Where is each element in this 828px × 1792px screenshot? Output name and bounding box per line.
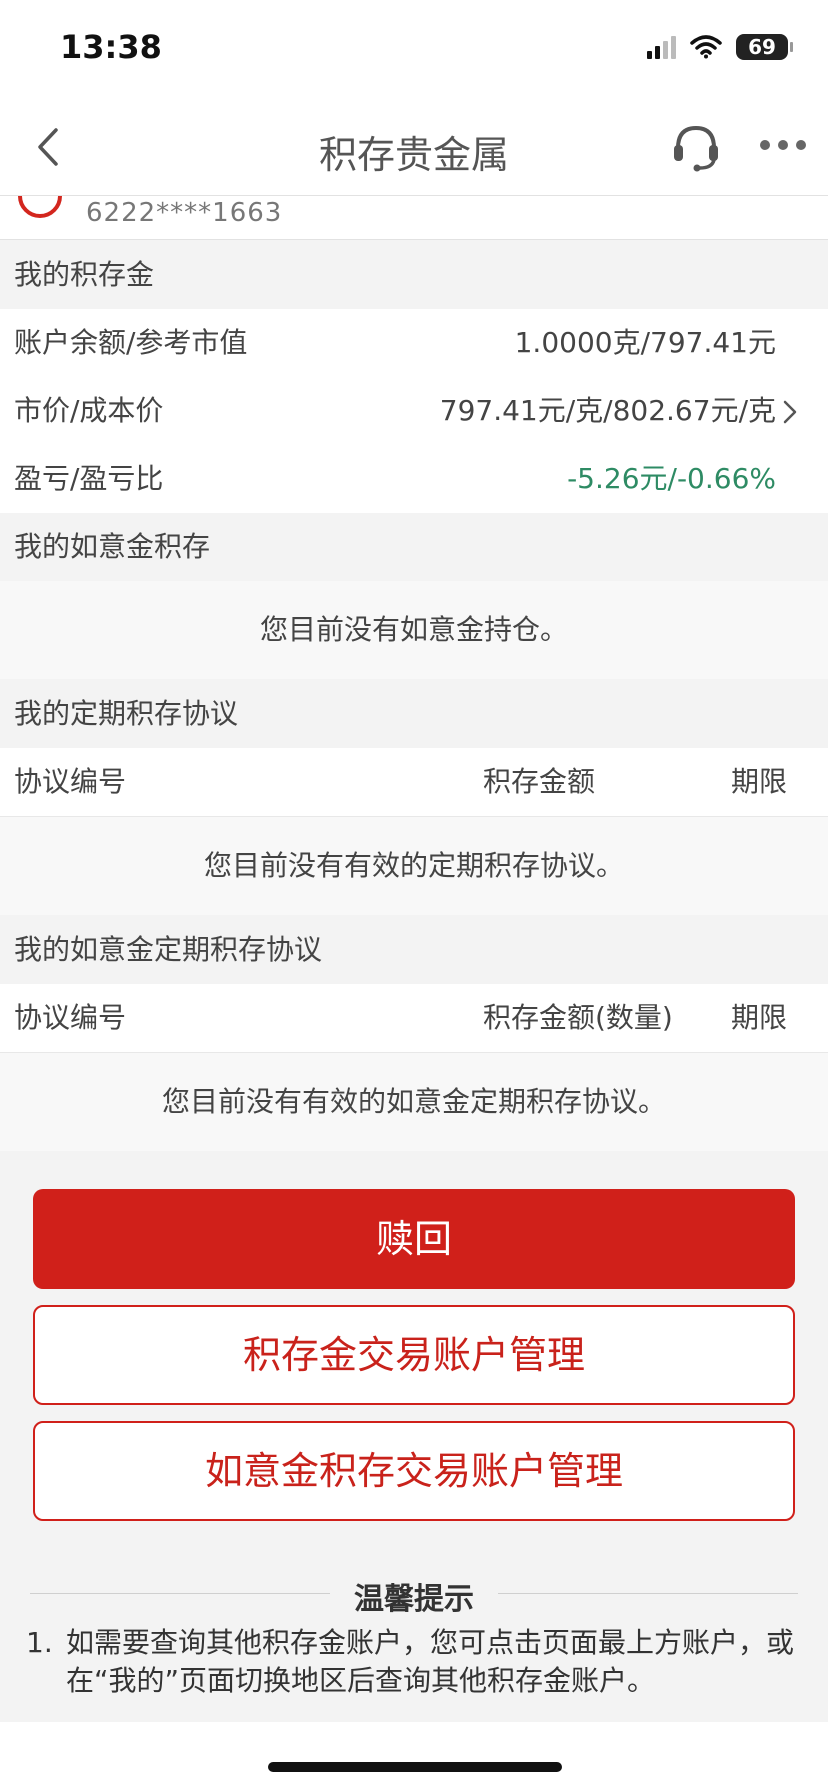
battery-level: 69: [748, 35, 776, 59]
more-options-icon[interactable]: [760, 140, 806, 154]
chevron-right-icon[interactable]: [782, 400, 798, 424]
redeem-button[interactable]: 赎回: [33, 1189, 795, 1289]
home-indicator[interactable]: [268, 1762, 562, 1772]
section-header-ruyi: 我的如意金积存: [0, 513, 828, 581]
status-icons: 69: [647, 34, 793, 60]
cellular-signal-icon: [647, 35, 676, 59]
tips-title-block: 温馨提示: [30, 1570, 798, 1617]
balance-label: 账户余额/参考市值: [14, 326, 248, 359]
account-selector[interactable]: 6222****1663: [0, 196, 828, 240]
ruyi-empty-message: 您目前没有如意金持仓。: [0, 581, 828, 679]
tips-title: 温馨提示: [354, 1582, 474, 1617]
customer-service-headset-icon[interactable]: [668, 118, 724, 174]
section-header-ruyi-regular: 我的如意金定期积存协议: [0, 916, 828, 984]
section-header-my-gold: 我的积存金: [0, 241, 828, 309]
tip-number: 1.: [26, 1626, 53, 1659]
balance-value: 1.0000克/797.41元: [514, 326, 776, 359]
tip-item: 1. 如需要查询其他积存金账户，您可点击页面最上方账户，或在“我的”页面切换地区…: [26, 1624, 806, 1700]
nav-bar: 积存贵金属: [0, 100, 828, 196]
column-agreement-no: 协议编号: [14, 765, 127, 798]
ruyi-regular-empty-message: 您目前没有有效的如意金定期积存协议。: [0, 1053, 828, 1151]
status-time: 13:38: [60, 28, 162, 66]
column-amount-quantity: 积存金额(数量): [483, 1001, 673, 1034]
gold-account-management-button[interactable]: 积存金交易账户管理: [33, 1305, 795, 1405]
wifi-icon: [690, 35, 722, 59]
price-cost-label: 市价/成本价: [14, 394, 164, 427]
bottom-safe-area: [0, 1722, 828, 1792]
profit-loss-value: -5.26元/-0.66%: [567, 462, 776, 495]
price-cost-value: 797.41元/克/802.67元/克: [439, 394, 776, 427]
status-bar: 13:38 69: [0, 0, 828, 100]
battery-icon: 69: [736, 34, 793, 60]
row-profit-loss: 盈亏/盈亏比 -5.26元/-0.66%: [0, 445, 828, 513]
row-balance: 账户余额/参考市值 1.0000克/797.41元: [0, 309, 828, 377]
bank-logo-icon: [18, 196, 62, 218]
column-amount: 积存金额: [483, 765, 596, 798]
regular-empty-message: 您目前没有有效的定期积存协议。: [0, 817, 828, 915]
column-term: 期限: [731, 1001, 788, 1034]
ruyi-regular-table-header: 协议编号 积存金额(数量) 期限: [0, 984, 828, 1052]
tip-text: 如需要查询其他积存金账户，您可点击页面最上方账户，或在“我的”页面切换地区后查询…: [66, 1626, 795, 1697]
account-number: 6222****1663: [86, 198, 283, 228]
column-agreement-no: 协议编号: [14, 1001, 127, 1034]
section-header-regular: 我的定期积存协议: [0, 680, 828, 748]
profit-loss-label: 盈亏/盈亏比: [14, 462, 164, 495]
column-term: 期限: [731, 765, 788, 798]
row-price-cost[interactable]: 市价/成本价 797.41元/克/802.67元/克: [0, 377, 828, 445]
ruyi-account-management-button[interactable]: 如意金积存交易账户管理: [33, 1421, 795, 1521]
regular-table-header: 协议编号 积存金额 期限: [0, 748, 828, 816]
